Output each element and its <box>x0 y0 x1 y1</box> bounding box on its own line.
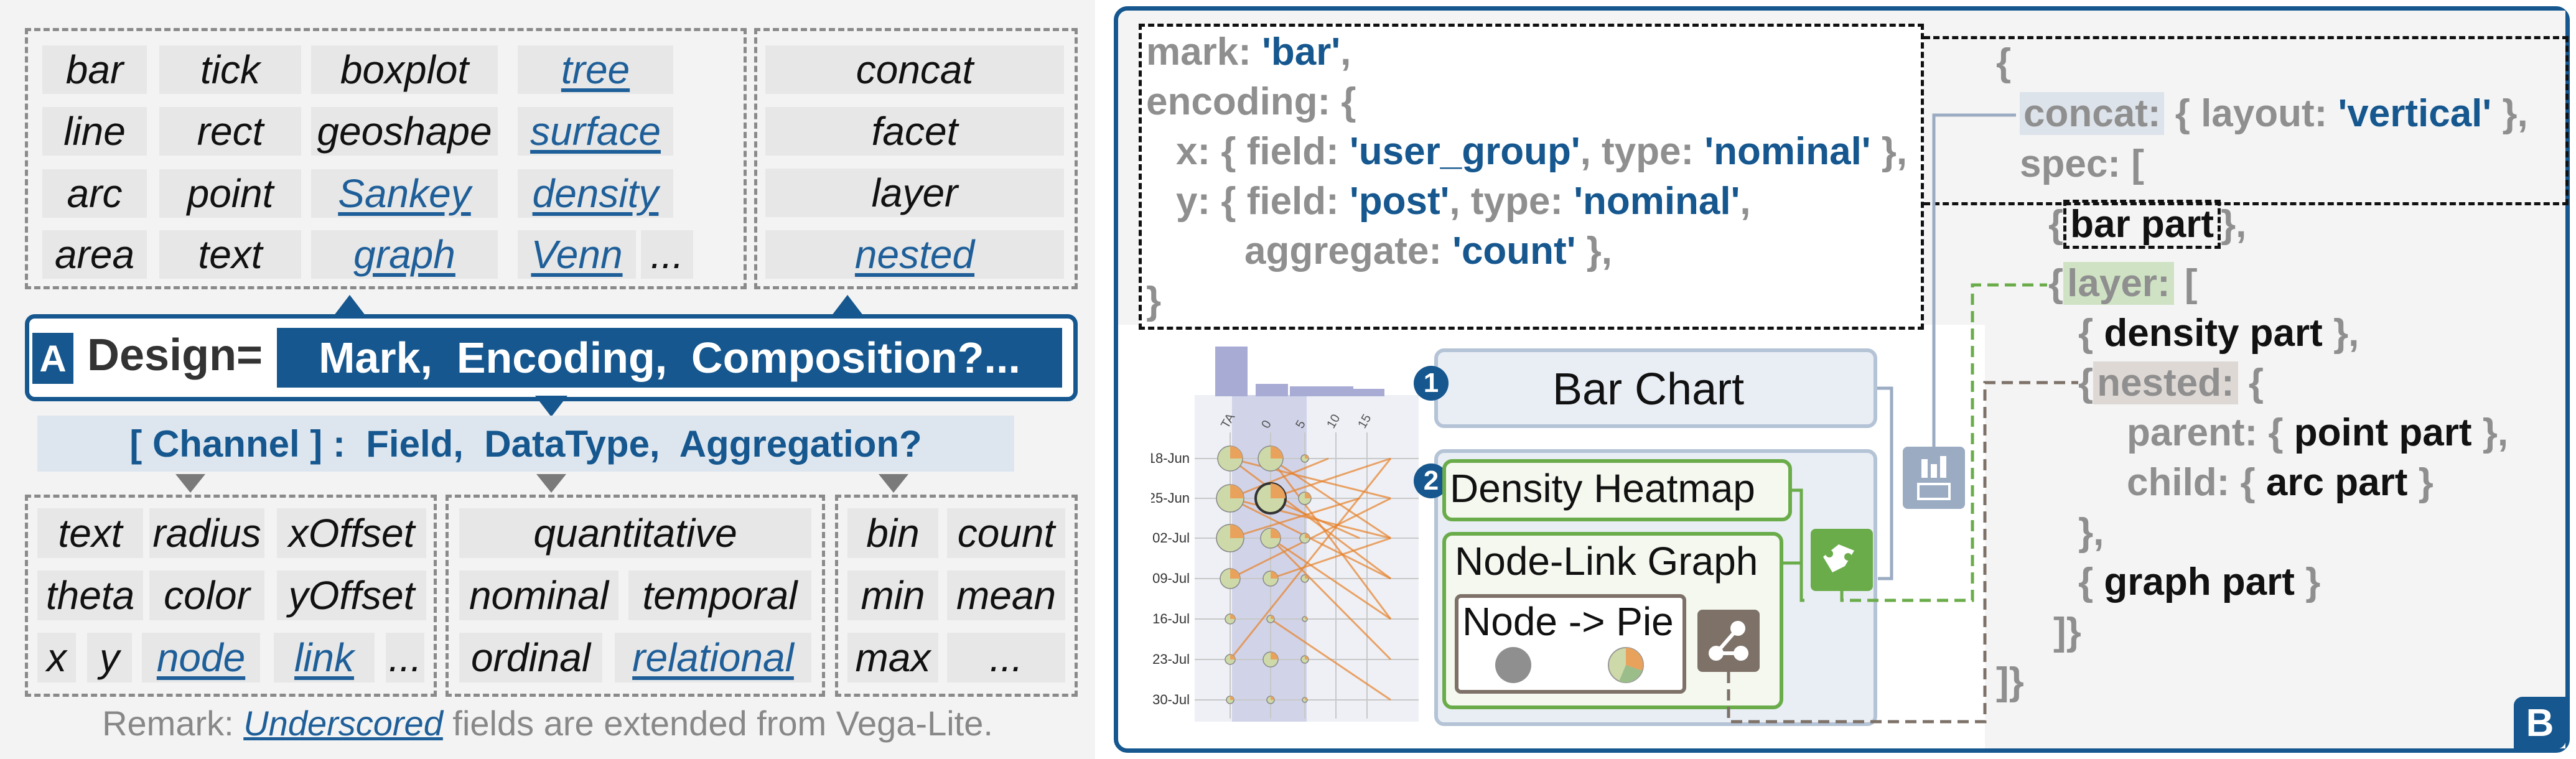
badge-b: B <box>2514 697 2566 749</box>
connector-lines <box>1727 113 2078 724</box>
